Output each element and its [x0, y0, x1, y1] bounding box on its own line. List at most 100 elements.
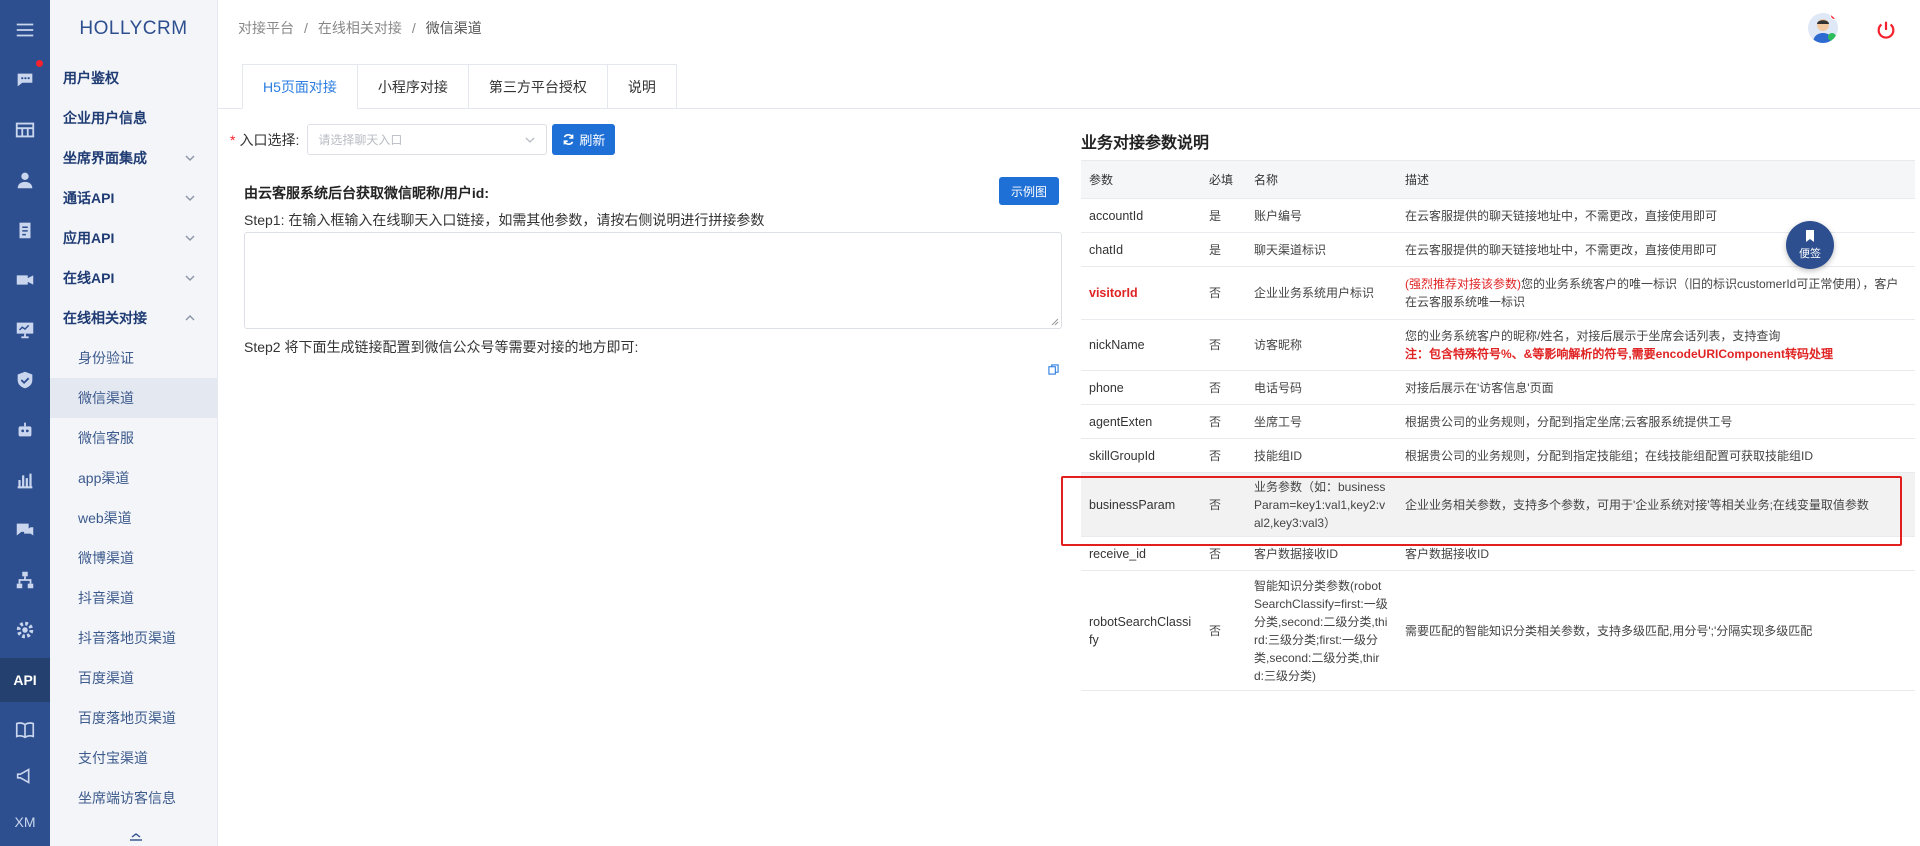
required-cell: 否	[1201, 319, 1246, 371]
collapse-arrow-icon[interactable]	[129, 832, 143, 842]
desc-cell: 在云客服提供的聊天链接地址中，不需更改，直接使用即可	[1397, 198, 1915, 233]
tab-h5-page[interactable]: H5页面对接	[242, 64, 357, 109]
link-input-textarea[interactable]	[244, 232, 1062, 329]
xm-nav[interactable]: XM	[0, 802, 50, 842]
menu-toggle-icon[interactable]	[0, 10, 50, 50]
sidebar-subitem-baidu-channel[interactable]: 百度渠道	[50, 658, 217, 698]
chevron-down-icon	[185, 235, 195, 241]
breadcrumb-item[interactable]: 对接平台	[238, 20, 294, 36]
megaphone-icon[interactable]	[0, 756, 50, 796]
required-cell: 否	[1201, 404, 1246, 439]
required-cell: 是	[1201, 198, 1246, 233]
sticky-note-button[interactable]: 便签	[1786, 221, 1834, 269]
recommend-note: (强烈推荐对接该参数)	[1405, 277, 1521, 291]
user-icon[interactable]	[0, 160, 50, 200]
monitor-icon[interactable]	[0, 310, 50, 350]
name-cell: 坐席工号	[1246, 404, 1397, 439]
robot-icon[interactable]	[0, 410, 50, 450]
sidebar-subitem-douyin-landing-channel[interactable]: 抖音落地页渠道	[50, 618, 217, 658]
breadcrumb-item[interactable]: 在线相关对接	[318, 20, 402, 36]
video-icon[interactable]	[0, 260, 50, 300]
sidebar-subitem-identity-verification[interactable]: 身份验证	[50, 338, 217, 378]
required-cell: 否	[1201, 536, 1246, 571]
desc-cell: 在云客服提供的聊天链接地址中，不需更改，直接使用即可	[1397, 232, 1915, 267]
desc-cell: 需要匹配的智能知识分类相关参数，支持多级匹配,用分号';'分隔实现多级匹配	[1397, 570, 1915, 691]
sidebar-item-enterprise-user-info[interactable]: 企业用户信息	[50, 98, 217, 138]
org-chart-icon[interactable]	[0, 560, 50, 600]
param-cell: chatId	[1081, 232, 1201, 267]
sidebar-subitem-weibo-channel[interactable]: 微博渠道	[50, 538, 217, 578]
param-cell: nickName	[1081, 319, 1201, 371]
step1-text: Step1: 在输入框输入在线聊天入口链接，如需其他参数，请按右侧说明进行拼接参…	[244, 212, 765, 228]
params-title: 业务对接参数说明	[1081, 135, 1210, 152]
breadcrumb-current: 微信渠道	[425, 20, 482, 36]
refresh-button[interactable]: 刷新	[552, 124, 616, 155]
name-cell: 业务参数（如：businessParam=key1:val1,key2:val2…	[1246, 472, 1397, 537]
param-cell: robotSearchClassify	[1081, 570, 1201, 691]
header-param: 参数	[1081, 160, 1201, 199]
desc-cell: 根据贵公司的业务规则，分配到指定坐席;云客服系统提供工号	[1397, 404, 1915, 439]
name-cell: 账户编号	[1246, 198, 1397, 233]
desc-cell: 企业业务相关参数，支持多个参数，可用于'企业系统对接'等相关业务;在线变量取值参…	[1397, 472, 1915, 537]
tab-instructions[interactable]: 说明	[606, 64, 677, 109]
table-row: phone 否 电话号码 对接后展示在'访客信息'页面	[1081, 370, 1915, 405]
name-cell: 聊天渠道标识	[1246, 232, 1397, 267]
bar-chart-icon[interactable]	[0, 460, 50, 500]
table-row: agentExten 否 坐席工号 根据贵公司的业务规则，分配到指定坐席;云客服…	[1081, 404, 1915, 439]
desc-cell: 客户数据接收ID	[1397, 536, 1915, 571]
required-cell: 否	[1201, 370, 1246, 405]
entry-select-row: * 入口选择: 请选择聊天入口 刷新	[230, 124, 616, 155]
name-cell: 电话号码	[1246, 370, 1397, 405]
required-cell: 否	[1201, 472, 1246, 537]
dashboard-icon[interactable]	[0, 110, 50, 150]
sidebar-subitem-douyin-channel[interactable]: 抖音渠道	[50, 578, 217, 618]
example-image-button[interactable]: 示例图	[999, 177, 1060, 205]
sidebar-subitem-app-channel[interactable]: app渠道	[50, 458, 217, 498]
book-icon[interactable]	[0, 710, 50, 750]
refresh-icon	[563, 134, 574, 145]
sidebar-item-online-integration[interactable]: 在线相关对接	[50, 298, 217, 338]
desc-cell: 对接后展示在'访客信息'页面	[1397, 370, 1915, 405]
clipboard-icon[interactable]	[0, 210, 50, 250]
sidebar-subitem-wechat-service[interactable]: 微信客服	[50, 418, 217, 458]
table-header-row: 参数 必填 名称 描述	[1081, 160, 1915, 199]
api-nav[interactable]: API	[0, 658, 50, 702]
sidebar-item-call-api[interactable]: 通话API	[50, 178, 217, 218]
sidebar-subitem-wechat-channel[interactable]: 微信渠道	[50, 378, 217, 418]
gear-icon[interactable]	[0, 610, 50, 650]
encode-note: 注：包含特殊符号%、&等影响解析的符号,需要encodeURIComponent…	[1405, 347, 1834, 361]
shield-icon[interactable]	[0, 360, 50, 400]
required-cell: 是	[1201, 232, 1246, 267]
param-cell: phone	[1081, 370, 1201, 405]
messages-icon[interactable]	[0, 510, 50, 550]
tab-bar: H5页面对接 小程序对接 第三方平台授权 说明	[242, 64, 677, 109]
name-cell: 客户数据接收ID	[1246, 536, 1397, 571]
app-logo: HOLLYCRM	[79, 18, 188, 39]
xm-label: XM	[14, 814, 36, 830]
sidebar-subitem-web-channel[interactable]: web渠道	[50, 498, 217, 538]
power-icon[interactable]	[1875, 19, 1897, 41]
header-desc: 描述	[1397, 160, 1915, 199]
avatar[interactable]	[1808, 13, 1838, 43]
resize-grip-icon[interactable]	[1051, 318, 1059, 326]
tab-mini-program[interactable]: 小程序对接	[356, 64, 468, 109]
sidebar-item-app-api[interactable]: 应用API	[50, 218, 217, 258]
tab-third-party-auth[interactable]: 第三方平台授权	[467, 64, 607, 109]
param-cell: receive_id	[1081, 536, 1201, 571]
sidebar-subitem-agent-visitor-info[interactable]: 坐席端访客信息	[50, 778, 217, 818]
sticky-note-label: 便签	[1799, 248, 1821, 260]
name-cell: 智能知识分类参数(robotSearchClassify=first:一级分类,…	[1246, 570, 1397, 691]
required-cell: 否	[1201, 438, 1246, 473]
sidebar: HOLLYCRM 用户鉴权 企业用户信息 坐席界面集成 通话API 应用API …	[50, 0, 218, 846]
chat-icon[interactable]	[0, 60, 50, 100]
table-row: visitorId 否 企业业务系统用户标识 (强烈推荐对接该参数)您的业务系统…	[1081, 266, 1915, 320]
sidebar-item-user-auth[interactable]: 用户鉴权	[50, 58, 217, 98]
sidebar-subitem-baidu-landing-channel[interactable]: 百度落地页渠道	[50, 698, 217, 738]
copy-icon[interactable]	[1048, 364, 1059, 375]
sidebar-subitem-alipay-channel[interactable]: 支付宝渠道	[50, 738, 217, 778]
chevron-down-icon	[185, 275, 195, 281]
sidebar-menu: 用户鉴权 企业用户信息 坐席界面集成 通话API 应用API 在线API 在线相…	[50, 58, 217, 818]
entry-select[interactable]: 请选择聊天入口	[307, 124, 548, 155]
sidebar-item-agent-ui-integration[interactable]: 坐席界面集成	[50, 138, 217, 178]
sidebar-item-online-api[interactable]: 在线API	[50, 258, 217, 298]
